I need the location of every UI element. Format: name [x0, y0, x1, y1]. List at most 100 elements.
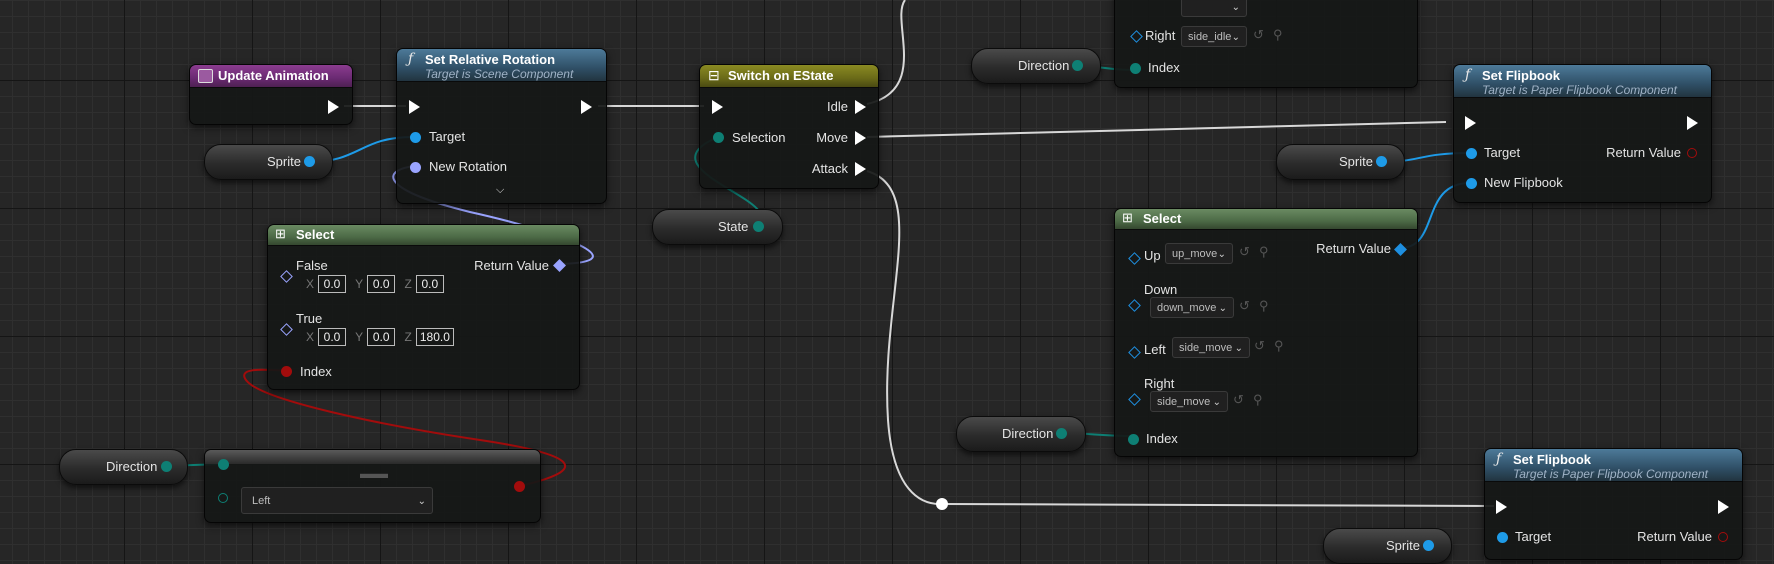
up-pin[interactable] [1128, 252, 1141, 265]
move-label: Move [816, 130, 848, 145]
browse-search-icon[interactable]: ⚲ [1253, 392, 1263, 408]
state-variable[interactable]: State [652, 209, 783, 245]
right-label: Right [1145, 28, 1176, 43]
set-relative-rotation-node[interactable]: ƒ Set Relative Rotation Target is Scene … [396, 48, 607, 204]
sprite-out-pin[interactable] [1376, 156, 1387, 167]
false-vector-fields[interactable]: X 0.0 Y 0.0 Z 0.0 [306, 275, 450, 293]
use-selected-icon[interactable]: ↺ [1239, 298, 1250, 314]
up-label: Up [1144, 248, 1161, 263]
right-pin[interactable] [1128, 393, 1141, 406]
right-value-dropdown[interactable]: side_move ⌄ [1150, 391, 1228, 412]
node-header: ƒ Set Flipbook Target is Paper Flipbook … [1485, 449, 1742, 482]
variable-label: Direction [1002, 426, 1054, 441]
chevron-down-icon: ⌄ [1231, 32, 1240, 43]
use-selected-icon[interactable]: ↺ [1254, 338, 1265, 354]
bool-out-pin[interactable] [514, 481, 525, 492]
down-label: Down [1144, 282, 1178, 297]
sprite-out-pin[interactable] [1423, 540, 1434, 551]
update-animation-node[interactable]: Update Animation [189, 64, 353, 125]
x-axis-label: X [306, 330, 315, 344]
use-selected-icon[interactable]: ↺ [1233, 392, 1244, 408]
exec-out-pin[interactable] [1687, 116, 1698, 130]
exec-out-pin[interactable] [1718, 500, 1729, 514]
index-pin[interactable] [1130, 63, 1141, 74]
select-rotation-node[interactable]: ⊞ Select False X 0.0 Y 0.0 Z 0.0 Return Val… [267, 224, 580, 390]
set-flipbook-node[interactable]: ƒ Set Flipbook Target is Paper Flipbook … [1453, 64, 1712, 203]
set-flipbook-node[interactable]: ƒ Set Flipbook Target is Paper Flipbook … [1484, 448, 1743, 560]
exec-in-pin[interactable] [1465, 116, 1476, 130]
right-value-dropdown[interactable]: side_idle ⌄ [1181, 26, 1247, 47]
left-value-dropdown[interactable]: side_move ⌄ [1172, 337, 1250, 358]
true-z-input[interactable]: 180.0 [415, 328, 454, 346]
new-flipbook-pin[interactable] [1466, 178, 1477, 189]
target-pin[interactable] [410, 132, 421, 143]
right-pin[interactable] [1130, 30, 1143, 43]
direction-variable[interactable]: Direction [956, 416, 1086, 452]
browse-search-icon[interactable]: ⚲ [1259, 298, 1269, 314]
enum-equal-node[interactable]: ▬▬ Left ⌄ [204, 449, 541, 523]
select-move-node[interactable]: ⊞ Select Up up_move ⌄ ↺ ⚲ Return Value D… [1114, 208, 1418, 457]
target-pin[interactable] [1466, 148, 1477, 159]
node-title: Select [296, 227, 335, 242]
false-z-input[interactable]: 0.0 [415, 275, 444, 293]
sprite-variable[interactable]: Sprite [204, 144, 333, 180]
selection-pin[interactable] [713, 132, 724, 143]
previous-dropdown[interactable]: ⌄ [1181, 0, 1247, 17]
true-pin[interactable] [280, 323, 293, 336]
selection-label: Selection [732, 130, 786, 145]
direction-out-pin[interactable] [161, 461, 172, 472]
expand-chevron-icon[interactable]: ⌵ [496, 184, 504, 197]
exec-in-pin[interactable] [409, 100, 420, 114]
down-value-dropdown[interactable]: down_move ⌄ [1150, 297, 1234, 318]
return-value-pin[interactable] [1687, 148, 1697, 158]
select-idle-node[interactable]: ⌄ Right side_idle ⌄ ↺ ⚲ Index [1114, 0, 1418, 88]
down-pin[interactable] [1128, 299, 1141, 312]
true-vector-fields[interactable]: X 0.0 Y 0.0 Z 180.0 [306, 328, 460, 346]
a-pin[interactable] [218, 459, 229, 470]
up-value-dropdown[interactable]: up_move ⌄ [1165, 243, 1233, 264]
chevron-down-icon: ⌄ [1234, 343, 1243, 354]
new-rotation-pin[interactable] [410, 162, 421, 173]
sprite-variable[interactable]: Sprite [1276, 144, 1405, 180]
variable-label: Sprite [1339, 154, 1373, 169]
false-y-input[interactable]: 0.0 [367, 275, 396, 293]
node-subtitle: Target is Paper Flipbook Component [1513, 467, 1708, 481]
direction-variable[interactable]: Direction [971, 48, 1101, 84]
b-pin[interactable] [218, 493, 228, 503]
direction-out-pin[interactable] [1072, 60, 1083, 71]
use-selected-icon[interactable]: ↺ [1239, 244, 1250, 260]
direction-out-pin[interactable] [1056, 428, 1067, 439]
false-x-input[interactable]: 0.0 [318, 275, 347, 293]
use-selected-icon[interactable]: ↺ [1253, 27, 1264, 43]
browse-search-icon[interactable]: ⚲ [1274, 338, 1284, 354]
target-label: Target [1515, 529, 1552, 544]
exec-out-pin[interactable] [581, 100, 592, 114]
return-value-pin[interactable] [1394, 243, 1407, 256]
return-value-pin[interactable] [1718, 532, 1728, 542]
switch-on-estate-node[interactable]: ⊟ Switch on EState Idle Selection Move A… [699, 64, 879, 189]
browse-search-icon[interactable]: ⚲ [1273, 27, 1283, 43]
variable-label: Direction [106, 459, 158, 474]
idle-exec-pin[interactable] [855, 100, 866, 114]
false-pin[interactable] [280, 270, 293, 283]
state-out-pin[interactable] [753, 221, 764, 232]
exec-in-pin[interactable] [1496, 500, 1507, 514]
move-exec-pin[interactable] [855, 131, 866, 145]
index-pin[interactable] [281, 366, 292, 377]
sprite-variable[interactable]: Sprite [1323, 528, 1452, 564]
browse-search-icon[interactable]: ⚲ [1259, 244, 1269, 260]
node-header: ⊟ Switch on EState [700, 65, 878, 88]
target-pin[interactable] [1497, 532, 1508, 543]
true-y-input[interactable]: 0.0 [367, 328, 396, 346]
sprite-out-pin[interactable] [304, 156, 315, 167]
left-pin[interactable] [1128, 346, 1141, 359]
exec-out-pin[interactable] [328, 100, 339, 114]
enum-value-dropdown[interactable]: Left ⌄ [241, 487, 433, 514]
return-value-pin[interactable] [553, 259, 566, 272]
direction-variable[interactable]: Direction [59, 449, 188, 485]
function-icon: ƒ [1465, 67, 1471, 83]
true-x-input[interactable]: 0.0 [318, 328, 347, 346]
index-pin[interactable] [1128, 434, 1139, 445]
attack-exec-pin[interactable] [855, 162, 866, 176]
exec-in-pin[interactable] [712, 100, 723, 114]
